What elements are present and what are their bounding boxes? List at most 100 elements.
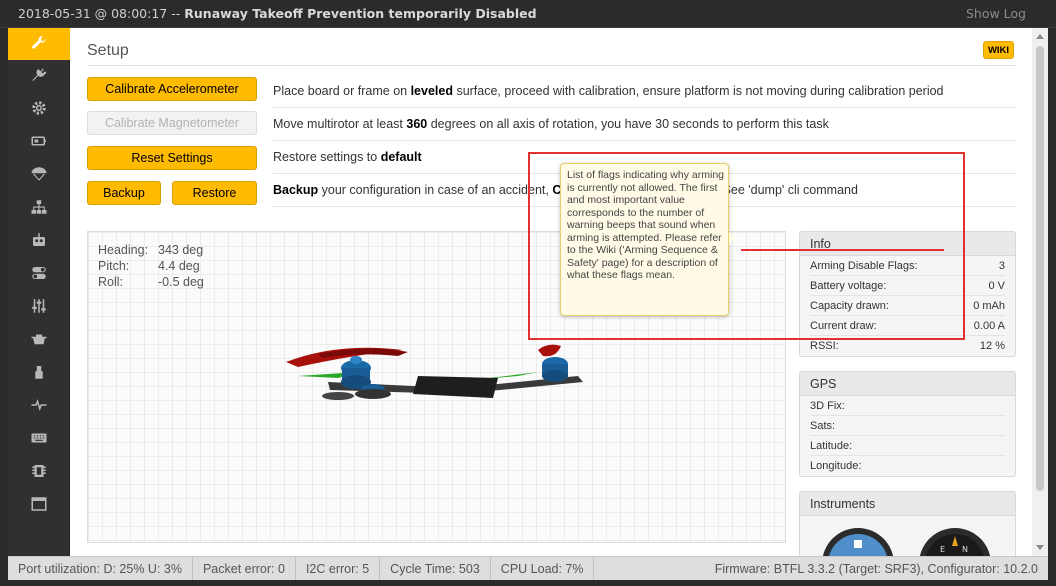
- instrument-gauges: E N: [822, 528, 991, 556]
- nav-adjustments[interactable]: [8, 291, 70, 324]
- main-scrollbar[interactable]: [1032, 28, 1048, 556]
- roll-label: Roll:: [98, 275, 124, 289]
- pitch-value: 4.4 deg: [158, 259, 200, 273]
- chip-icon: [30, 462, 48, 483]
- reset-desc-pre: Restore settings to: [273, 150, 381, 164]
- status-bar: Port utilization: D: 25% U: 3% Packet er…: [8, 556, 1048, 581]
- sliders-icon: [30, 297, 48, 318]
- title-separator: --: [171, 6, 181, 21]
- svg-text:E: E: [940, 545, 945, 554]
- capacity-drawn-value: 0 mAh: [973, 299, 1005, 312]
- magnetometer-description: Move multirotor at least 360 degrees on …: [273, 117, 829, 131]
- gps-3d-fix-label: 3D Fix:: [810, 399, 845, 412]
- attitude-gauge-icon: [822, 528, 894, 556]
- gps-latitude-label: Latitude:: [810, 439, 853, 452]
- sitemap-icon: [30, 198, 48, 219]
- sidebar-nav: [8, 28, 70, 556]
- mag-desc-bold: 360: [406, 117, 428, 131]
- acc-desc-pre: Place board or frame on: [273, 84, 411, 98]
- plug-icon: [30, 66, 48, 87]
- toggles-icon: [30, 264, 48, 285]
- parachute-icon: [30, 165, 48, 186]
- reset-description: Restore settings to default: [273, 150, 422, 164]
- calibrate-accelerometer-button[interactable]: Calibrate Accelerometer: [87, 77, 257, 101]
- window-bottom-edge: [0, 580, 1056, 586]
- cli-icon: [30, 495, 48, 516]
- heading-gauge-icon: E N: [919, 528, 991, 556]
- datetime-label: 2018-05-31 @ 08:00:17: [18, 6, 168, 21]
- nav-sensors[interactable]: [8, 390, 70, 423]
- cycle-time: Cycle Time: 503: [380, 556, 491, 581]
- top-bar: 2018-05-31 @ 08:00:17 -- Runaway Takeoff…: [0, 0, 1056, 28]
- reset-settings-button[interactable]: Reset Settings: [87, 146, 257, 170]
- instruments-panel: Instruments E N: [799, 491, 1016, 556]
- scrollbar-thumb[interactable]: [1036, 46, 1044, 491]
- backup-button[interactable]: Backup: [87, 181, 161, 205]
- acc-desc-bold: leveled: [410, 84, 453, 98]
- svg-text:N: N: [962, 545, 968, 554]
- nav-ports[interactable]: [8, 60, 70, 93]
- battery-voltage-value: 0 V: [988, 279, 1005, 292]
- heading-value: 343 deg: [158, 243, 204, 257]
- gps-longitude-row: Longitude:: [810, 456, 1005, 476]
- title-divider: [87, 65, 1016, 66]
- app-window: 2018-05-31 @ 08:00:17 -- Runaway Takeoff…: [0, 0, 1056, 586]
- nav-blackbox[interactable]: [8, 456, 70, 489]
- led-icon: [30, 363, 48, 384]
- port-utilization: Port utilization: D: 25% U: 3%: [8, 556, 193, 581]
- wiki-button[interactable]: WIKI: [983, 41, 1014, 59]
- heading-label: Heading:: [98, 243, 149, 257]
- nav-power[interactable]: [8, 126, 70, 159]
- battery-icon: [30, 132, 48, 153]
- current-draw-value: 0.00 A: [973, 319, 1005, 332]
- status-message: Runaway Takeoff Prevention temporarily D…: [184, 6, 537, 21]
- backup-desc-bold1: Backup: [273, 183, 319, 197]
- backup-desc-mid: your configuration in case of an acciden…: [318, 183, 553, 197]
- nav-receiver[interactable]: [8, 225, 70, 258]
- nav-motors[interactable]: [8, 324, 70, 357]
- roll-value: -0.5 deg: [158, 275, 204, 289]
- page-title: Setup: [87, 42, 129, 59]
- gps-panel: GPS 3D Fix: Sats: Latitude: Longitude:: [799, 371, 1016, 477]
- nav-failsafe[interactable]: [8, 159, 70, 192]
- accelerometer-description: Place board or frame on leveled surface,…: [273, 84, 944, 98]
- pulse-icon: [30, 396, 48, 417]
- rssi-label: RSSI:: [810, 340, 839, 352]
- firmware-info: Firmware: BTFL 3.3.2 (Target: SRF3), Con…: [714, 562, 1038, 576]
- mag-desc-post: degrees on all axis of rotation, you hav…: [427, 117, 829, 131]
- annotation-highlight-box: [528, 152, 965, 340]
- calibrate-magnetometer-button[interactable]: Calibrate Magnetometer: [87, 111, 257, 135]
- row-divider: [273, 107, 1016, 108]
- attitude-readout: Heading: 343 deg Pitch: 4.4 deg Roll: -0.5 …: [98, 242, 204, 290]
- arming-disable-flags-value: 3: [998, 259, 1005, 272]
- row-divider: [273, 140, 1016, 141]
- gear-icon: [30, 99, 48, 120]
- quadcopter-model: [286, 344, 583, 400]
- show-log-link[interactable]: Show Log: [966, 6, 1026, 21]
- nav-modes[interactable]: [8, 258, 70, 291]
- gps-3d-fix-row: 3D Fix:: [810, 396, 1005, 416]
- nav-cli[interactable]: [8, 489, 70, 522]
- scroll-up-icon[interactable]: [1036, 34, 1044, 39]
- nav-led-strip[interactable]: [8, 357, 70, 390]
- restore-button[interactable]: Restore: [172, 181, 257, 205]
- motor-icon: [30, 330, 48, 351]
- annotation-underline: [741, 249, 944, 251]
- left-edge: [0, 28, 8, 586]
- cpu-load: CPU Load: 7%: [491, 556, 595, 581]
- gps-latitude-row: Latitude:: [810, 436, 1005, 456]
- nav-osd[interactable]: [8, 423, 70, 456]
- reset-desc-bold: default: [380, 150, 422, 164]
- nav-pid-tuning[interactable]: [8, 192, 70, 225]
- right-edge: [1048, 28, 1056, 586]
- nav-configuration[interactable]: [8, 93, 70, 126]
- packet-error: Packet error: 0: [193, 556, 296, 581]
- scroll-down-icon[interactable]: [1036, 545, 1044, 550]
- gps-sats-label: Sats:: [810, 419, 836, 432]
- robot-icon: [30, 231, 48, 252]
- gps-panel-title: GPS: [800, 372, 1015, 396]
- gps-longitude-label: Longitude:: [810, 460, 862, 472]
- rssi-value: 12 %: [979, 340, 1005, 352]
- nav-setup[interactable]: [8, 28, 70, 60]
- gps-sats-row: Sats:: [810, 416, 1005, 436]
